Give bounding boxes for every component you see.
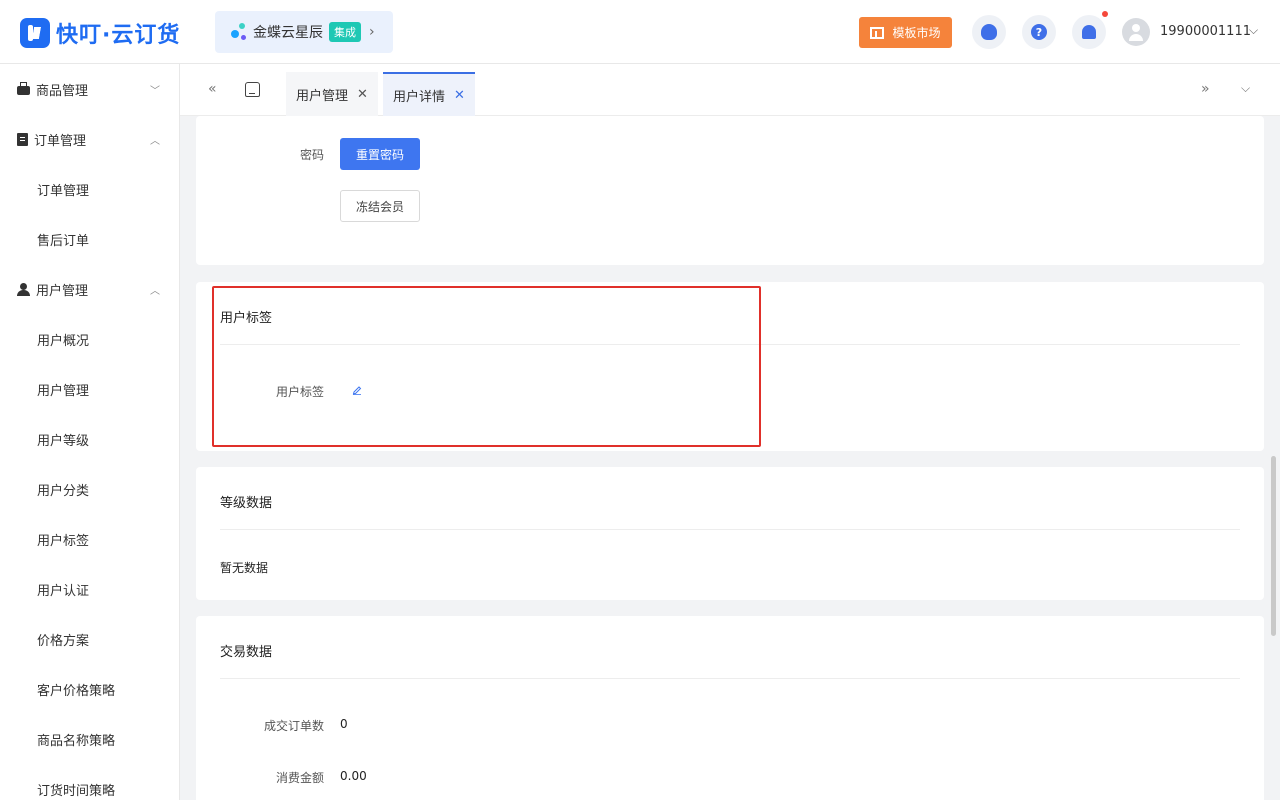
- app-logo[interactable]: 快叮·云订货: [20, 17, 180, 49]
- tabs-menu-chevron-icon[interactable]: ⌵: [1241, 81, 1250, 96]
- logo-icon: [20, 18, 50, 48]
- sidebar: 商品管理 ﹀ 订单管理 ︿ 订单管理 售后订单 用户管理 ︿ 用户概况 用户管理…: [0, 64, 180, 800]
- template-icon: [870, 26, 885, 39]
- close-icon[interactable]: ✕: [454, 88, 465, 103]
- divider: [220, 678, 1240, 679]
- sidebar-item-user-overview[interactable]: 用户概况: [37, 330, 89, 349]
- sidebar-item-price-plan[interactable]: 价格方案: [37, 630, 89, 649]
- chevron-down-icon: ﹀: [150, 85, 160, 97]
- sidebar-group-label: 商品管理: [36, 83, 89, 99]
- sidebar-item-product-name-strategy[interactable]: 商品名称策略: [37, 730, 115, 749]
- spend-label: 消费金额: [275, 771, 324, 785]
- tab-label: 用户详情: [393, 89, 446, 105]
- sidebar-group-products[interactable]: 商品管理 ﹀: [0, 64, 180, 114]
- chevron-up-icon: ︿: [150, 285, 160, 297]
- scroll-left-icon[interactable]: «: [208, 81, 217, 97]
- template-market-label: 模板市场: [892, 26, 941, 40]
- clipboard-icon: [17, 132, 28, 146]
- sidebar-item-user-verification[interactable]: 用户认证: [37, 580, 89, 599]
- highlight-box: [212, 286, 761, 447]
- sidebar-item-user-tags[interactable]: 用户标签: [37, 530, 89, 549]
- tab-label: 用户管理: [296, 88, 349, 104]
- scrollbar[interactable]: [1271, 456, 1276, 636]
- sidebar-group-label: 订单管理: [34, 133, 87, 149]
- sidebar-item-after-sales[interactable]: 售后订单: [37, 230, 89, 249]
- reset-password-button[interactable]: 重置密码: [340, 138, 420, 170]
- chevron-right-icon: ›: [369, 24, 375, 40]
- empty-text: 暂无数据: [220, 561, 269, 575]
- divider: [220, 529, 1240, 530]
- tab-bar: « 用户管理 ✕ 用户详情 ✕ » ⌵: [180, 64, 1280, 116]
- sidebar-group-orders[interactable]: 订单管理 ︿: [0, 114, 180, 164]
- customer-service-icon: [981, 24, 997, 40]
- notification-button[interactable]: [1072, 15, 1106, 49]
- account-card: 密码 重置密码 冻结会员: [196, 116, 1264, 265]
- sidebar-item-user-level[interactable]: 用户等级: [37, 430, 89, 449]
- spend-value: 0.00: [340, 769, 367, 783]
- sidebar-group-label: 用户管理: [36, 283, 89, 299]
- bag-icon: [17, 82, 30, 95]
- section-title: 交易数据: [220, 645, 273, 660]
- password-label: 密码: [299, 148, 324, 162]
- home-icon[interactable]: [245, 82, 260, 97]
- partner-name: 金蝶云星辰: [253, 25, 323, 41]
- trade-data-card: 交易数据 成交订单数 0 消费金额 0.00: [196, 616, 1264, 800]
- help-icon: ?: [1031, 24, 1047, 40]
- order-count-label: 成交订单数: [263, 719, 324, 733]
- chevron-down-icon[interactable]: ⌵: [1249, 23, 1258, 38]
- sidebar-item-orders[interactable]: 订单管理: [37, 180, 89, 199]
- logo-text: 快叮·云订货: [56, 23, 181, 48]
- close-icon[interactable]: ✕: [357, 87, 368, 102]
- chevron-up-icon: ︿: [150, 135, 160, 147]
- integration-badge: 集成: [329, 22, 361, 42]
- help-button[interactable]: ?: [1022, 15, 1056, 49]
- sidebar-item-user-management[interactable]: 用户管理: [37, 380, 89, 399]
- notification-dot: [1102, 11, 1108, 17]
- partner-logo-icon: [229, 22, 249, 42]
- template-market-button[interactable]: 模板市场: [859, 17, 952, 48]
- user-icon: [17, 282, 30, 296]
- customer-service-button[interactable]: [972, 15, 1006, 49]
- tab-user-detail[interactable]: 用户详情 ✕: [383, 72, 475, 116]
- order-count-value: 0: [340, 717, 348, 731]
- sidebar-item-customer-price-strategy[interactable]: 客户价格策略: [37, 680, 115, 699]
- username[interactable]: 19900001111: [1160, 24, 1251, 39]
- scroll-right-icon[interactable]: »: [1201, 81, 1210, 97]
- top-header: 快叮·云订货 金蝶云星辰 集成 › 模板市场 ? 19900001111 ⌵: [0, 0, 1280, 64]
- avatar[interactable]: [1122, 18, 1150, 46]
- partner-integration-button[interactable]: 金蝶云星辰 集成 ›: [215, 11, 393, 53]
- sidebar-item-order-time-strategy[interactable]: 订货时间策略: [37, 780, 115, 799]
- section-title: 等级数据: [220, 496, 273, 511]
- bell-icon: [1082, 25, 1096, 39]
- sidebar-group-users[interactable]: 用户管理 ︿: [0, 264, 180, 314]
- freeze-member-button[interactable]: 冻结会员: [340, 190, 420, 222]
- sidebar-item-user-category[interactable]: 用户分类: [37, 480, 89, 499]
- level-data-card: 等级数据 暂无数据: [196, 467, 1264, 600]
- tab-user-management[interactable]: 用户管理 ✕: [286, 72, 378, 116]
